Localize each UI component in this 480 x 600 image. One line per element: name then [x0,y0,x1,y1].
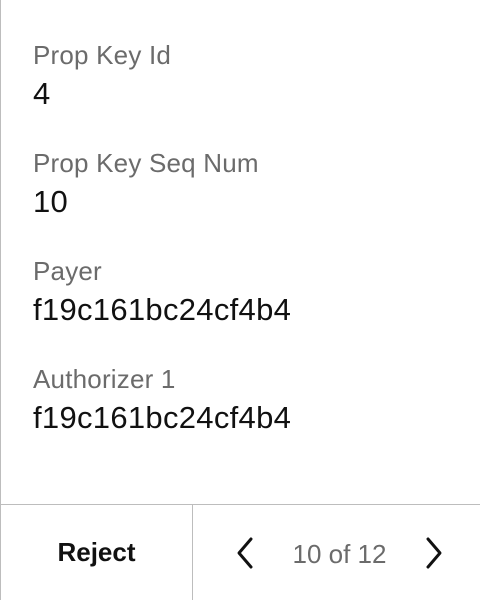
footer-bar: Reject 10 of 12 [1,504,480,600]
chevron-left-icon [237,537,253,568]
field-label: Payer [33,256,102,286]
field-label: Prop Key Id [33,40,172,70]
next-button[interactable] [418,531,450,575]
field-value: 10 [33,184,69,219]
field-value: f19c161bc24cf4b4 [33,292,292,327]
field-prop-key-id: Prop Key Id 4 [33,40,480,112]
prev-button[interactable] [229,531,261,575]
field-label: Prop Key Seq Num [33,148,259,178]
field-value: 4 [33,76,51,111]
field-payer: Payer f19c161bc24cf4b4 [33,256,480,328]
reject-button[interactable]: Reject [1,505,193,600]
chevron-right-icon [426,537,442,568]
field-authorizer-1: Authorizer 1 f19c161bc24cf4b4 [33,364,480,436]
field-label: Authorizer 1 [33,364,176,394]
page-indicator: 10 of 12 [292,538,387,569]
field-list: Prop Key Id 4 Prop Key Seq Num 10 Payer … [1,0,480,504]
field-value: f19c161bc24cf4b4 [33,400,292,435]
field-prop-key-seq-num: Prop Key Seq Num 10 [33,148,480,220]
pager: 10 of 12 [193,505,480,600]
transaction-detail-screen: Prop Key Id 4 Prop Key Seq Num 10 Payer … [0,0,480,600]
